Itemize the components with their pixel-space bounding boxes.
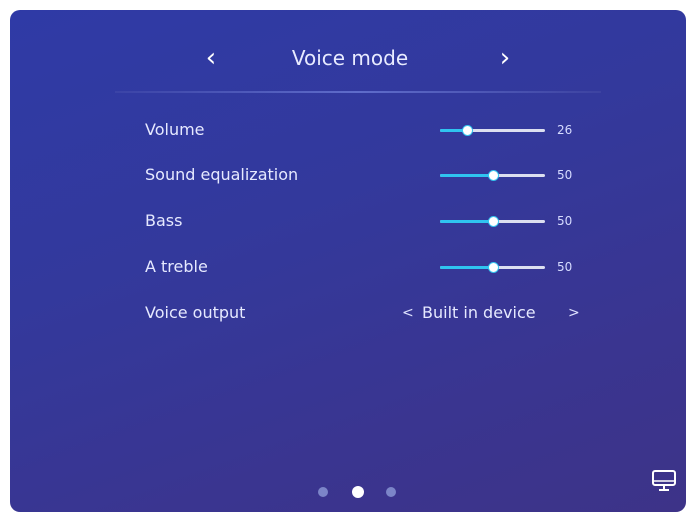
setting-label: A treble — [145, 257, 208, 276]
prev-page-arrow-icon[interactable]: ‹ — [196, 40, 226, 76]
treble-slider[interactable] — [440, 262, 545, 273]
setting-row-volume[interactable]: Volume 26 — [145, 116, 585, 144]
volume-slider[interactable] — [440, 125, 545, 136]
page-dot[interactable] — [352, 486, 364, 498]
slider-fill — [440, 174, 493, 177]
page-dot[interactable] — [386, 487, 396, 497]
slider-fill — [440, 266, 493, 269]
setting-label: Sound equalization — [145, 165, 299, 184]
setting-row-treble[interactable]: A treble 50 — [145, 253, 585, 281]
slider-thumb[interactable] — [487, 216, 499, 227]
setting-value: 50 — [557, 260, 573, 274]
setting-label: Voice output — [145, 303, 246, 322]
setting-value: 50 — [557, 214, 573, 228]
voice-output-prev-icon[interactable]: < — [402, 299, 414, 327]
slider-thumb[interactable] — [487, 262, 499, 273]
bass-slider[interactable] — [440, 216, 545, 227]
setting-value: 26 — [557, 123, 573, 137]
monitor-icon[interactable] — [650, 468, 678, 494]
next-page-arrow-icon[interactable]: › — [490, 40, 520, 76]
setting-label: Volume — [145, 120, 205, 139]
slider-fill — [440, 220, 493, 223]
setting-row-voice-output[interactable]: Voice output < Built in device > — [145, 299, 585, 327]
header: ‹ Voice mode › — [10, 40, 686, 80]
header-divider — [115, 91, 601, 93]
slider-thumb[interactable] — [487, 170, 499, 181]
page-dot[interactable] — [318, 487, 328, 497]
voice-mode-panel: ‹ Voice mode › Volume 26 Sound equalizat… — [10, 10, 686, 512]
setting-row-sound-equalization[interactable]: Sound equalization 50 — [145, 161, 585, 189]
voice-output-next-icon[interactable]: > — [568, 299, 580, 327]
slider-thumb[interactable] — [462, 125, 474, 136]
sound-equalization-slider[interactable] — [440, 170, 545, 181]
voice-output-value: Built in device — [422, 303, 536, 322]
setting-label: Bass — [145, 211, 183, 230]
pagination-dots — [310, 486, 400, 501]
setting-value: 50 — [557, 168, 573, 182]
setting-row-bass[interactable]: Bass 50 — [145, 207, 585, 235]
page-title: Voice mode — [291, 46, 409, 70]
